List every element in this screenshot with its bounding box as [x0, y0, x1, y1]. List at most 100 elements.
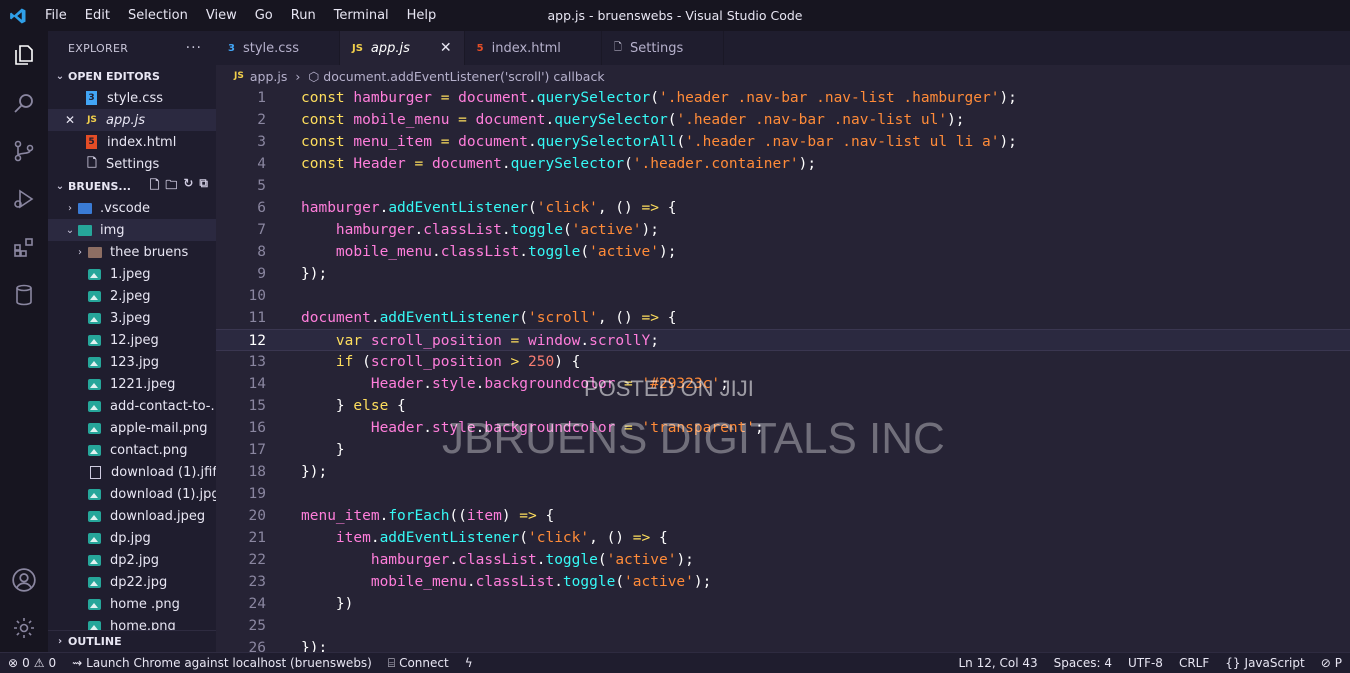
tree-item[interactable]: › thee bruens — [48, 241, 216, 263]
tab-index-html[interactable]: 5 index.html — [464, 31, 602, 65]
menu-item-edit[interactable]: Edit — [76, 0, 119, 31]
tree-item[interactable]: download (1).jpg — [48, 483, 216, 505]
code-token: . — [501, 222, 511, 238]
code-text: const menu_item = document.querySelector… — [301, 131, 1017, 153]
tree-item[interactable]: ⌄ img — [48, 219, 216, 241]
code-line: 19 — [216, 483, 1350, 505]
tree-item[interactable]: add-contact-to-... — [48, 395, 216, 417]
tree-item[interactable]: home .png — [48, 593, 216, 615]
collapse-all-icon[interactable]: ⧉ — [199, 176, 208, 197]
image-file-icon — [88, 510, 101, 522]
project-section[interactable]: ⌄ BRUENS... 🗋 🗀 ↻ ⧉ — [48, 175, 216, 197]
code-text: Header.style.backgroundcolor = 'transpar… — [301, 417, 764, 439]
tree-item[interactable]: apple-mail.png — [48, 417, 216, 439]
code-token: . — [370, 310, 380, 326]
cursor-position[interactable]: Ln 12, Col 43 — [950, 656, 1045, 670]
code-token: mobile_menu — [353, 112, 450, 128]
code-token: toggle — [545, 552, 598, 568]
code-token: Header — [370, 376, 424, 392]
open-editor-item[interactable]: ✕ JS app.js — [48, 109, 216, 131]
close-icon[interactable]: ✕ — [56, 113, 84, 127]
tab-style-css[interactable]: 3 style.css — [216, 31, 340, 65]
language-mode[interactable]: {} JavaScript — [1217, 656, 1312, 670]
code-text: }); — [301, 263, 327, 285]
lightning-icon[interactable]: ϟ — [457, 656, 481, 670]
code-token: style — [431, 376, 476, 392]
open-editor-item[interactable]: 🗋 Settings — [48, 153, 216, 175]
menu-item-view[interactable]: View — [197, 0, 246, 31]
problems-indicator[interactable]: ⊗ 0 ⚠ 0 — [0, 656, 64, 670]
tree-item[interactable]: download.jpeg — [48, 505, 216, 527]
menu-item-selection[interactable]: Selection — [119, 0, 197, 31]
manage-gear-icon[interactable] — [0, 604, 48, 652]
tree-item[interactable]: 3.jpeg — [48, 307, 216, 329]
code-token: ); — [947, 112, 965, 128]
code-token: ); — [658, 244, 677, 260]
tree-item[interactable]: 1221.jpeg — [48, 373, 216, 395]
breadcrumb-file[interactable]: app.js — [250, 69, 288, 84]
image-file-icon — [88, 312, 101, 324]
launch-config[interactable]: ⇝ Launch Chrome against localhost (bruens… — [64, 656, 380, 670]
tree-item[interactable]: contact.png — [48, 439, 216, 461]
code-token: 'click' — [536, 200, 598, 216]
menu-item-file[interactable]: File — [36, 0, 76, 31]
account-icon[interactable] — [0, 556, 48, 604]
line-ending[interactable]: CRLF — [1171, 656, 1217, 670]
braces-icon: {} — [1225, 656, 1241, 670]
prettier-status[interactable]: ⊘ P — [1313, 656, 1350, 670]
tree-item[interactable]: 1.jpeg — [48, 263, 216, 285]
close-icon[interactable]: ✕ — [440, 40, 452, 56]
file-icon — [90, 465, 101, 479]
editor-area: 3 style.css JS app.js ✕ 5 index.html 🗋 Settings … — [216, 31, 1350, 656]
database-icon[interactable] — [0, 271, 48, 319]
menu-item-go[interactable]: Go — [246, 0, 282, 31]
source-control-icon[interactable] — [0, 127, 48, 175]
connect-button[interactable]: ⌸ Connect — [380, 656, 457, 671]
refresh-icon[interactable]: ↻ — [183, 176, 193, 197]
tree-item[interactable]: 123.jpg — [48, 351, 216, 373]
menu-item-help[interactable]: Help — [398, 0, 446, 31]
run-debug-icon[interactable] — [0, 175, 48, 223]
code-editor[interactable]: 1 const hamburger = document.querySelecto… — [216, 87, 1350, 656]
open-editors-section[interactable]: ⌄ OPEN EDITORS — [48, 65, 216, 87]
open-editor-item[interactable]: 5 index.html — [48, 131, 216, 153]
line-number: 16 — [248, 420, 266, 436]
code-token: ( — [676, 134, 686, 150]
code-token: . — [580, 333, 590, 349]
indentation[interactable]: Spaces: 4 — [1046, 656, 1120, 670]
code-token: document — [458, 134, 529, 150]
open-editors-list: 3 style.css ✕ JS app.js 5 index.html 🗋 Settings — [48, 87, 216, 175]
new-folder-icon[interactable]: 🗀 — [165, 176, 177, 197]
explorer-icon[interactable] — [0, 31, 48, 79]
more-actions-icon[interactable]: ··· — [186, 40, 202, 56]
open-editor-item[interactable]: 3 style.css — [48, 87, 216, 109]
new-file-icon[interactable]: 🗋 — [150, 176, 160, 197]
search-icon[interactable] — [0, 79, 48, 127]
tree-item[interactable]: dp.jpg — [48, 527, 216, 549]
code-token: ( — [615, 574, 625, 590]
code-token: document — [475, 112, 546, 128]
tree-item[interactable]: › .vscode — [48, 197, 216, 219]
tab-app-js[interactable]: JS app.js ✕ — [339, 31, 465, 65]
menu-item-run[interactable]: Run — [282, 0, 325, 31]
breadcrumb-symbol[interactable]: document.addEventListener('scroll') call… — [323, 69, 604, 84]
extensions-icon[interactable] — [0, 223, 48, 271]
tree-item[interactable]: dp2.jpg — [48, 549, 216, 571]
tree-item[interactable]: 2.jpeg — [48, 285, 216, 307]
code-token: hamburger — [335, 222, 415, 238]
tree-item[interactable]: 12.jpeg — [48, 329, 216, 351]
encoding[interactable]: UTF-8 — [1120, 656, 1171, 670]
outline-section[interactable]: › OUTLINE — [48, 630, 216, 652]
tab-settings[interactable]: 🗋 Settings — [601, 31, 725, 65]
tree-item[interactable]: download (1).jfif — [48, 461, 216, 483]
code-token: ( — [519, 310, 528, 326]
image-file-icon — [88, 532, 101, 544]
code-token: ; — [755, 420, 764, 436]
menu-item-terminal[interactable]: Terminal — [325, 0, 398, 31]
tree-item[interactable]: dp22.jpg — [48, 571, 216, 593]
css-icon: 3 — [86, 91, 97, 105]
image-file-icon — [88, 576, 101, 588]
